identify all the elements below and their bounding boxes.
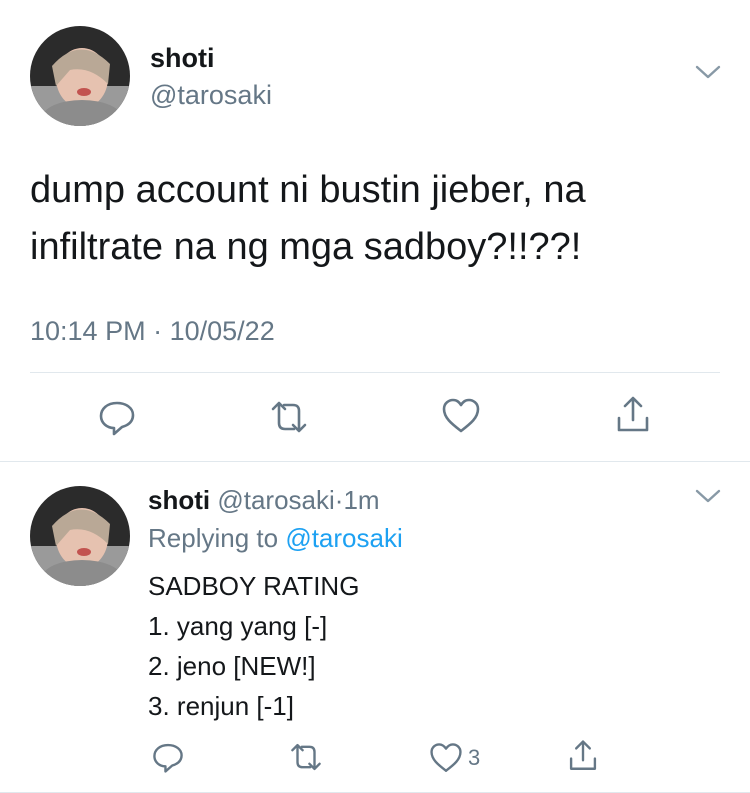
reply-text-line: 3. renjun [-1] xyxy=(148,691,294,721)
reply-author-avatar[interactable] xyxy=(30,486,130,586)
share-button[interactable] xyxy=(613,394,653,436)
replying-prefix: Replying to xyxy=(148,523,279,553)
reply-icon xyxy=(99,401,135,436)
reply-text-line: 2. jeno [NEW!] xyxy=(148,651,316,681)
retweet-icon xyxy=(291,743,321,771)
replying-handle-link[interactable]: @tarosaki xyxy=(285,523,402,553)
author-handle[interactable]: @tarosaki xyxy=(150,80,272,111)
retweet-button[interactable] xyxy=(267,397,311,437)
divider xyxy=(30,372,720,373)
reply-reply-button[interactable] xyxy=(151,740,185,774)
reply-retweet-button[interactable] xyxy=(287,740,325,774)
heart-icon xyxy=(442,398,480,433)
author-name[interactable]: shoti xyxy=(150,43,215,74)
tweet-date: 10/05/22 xyxy=(169,316,275,346)
share-icon xyxy=(569,740,597,770)
author-avatar[interactable] xyxy=(30,26,130,126)
retweet-icon xyxy=(271,401,307,433)
reply-like-button[interactable]: 3 xyxy=(428,741,480,775)
tweet-text-line: infiltrate na ng mga sadboy?!!??! xyxy=(30,226,582,268)
dot-separator: · xyxy=(153,316,163,346)
reply-text: SADBOY RATING 1. yang yang [-] 2. jeno [… xyxy=(148,566,359,726)
reply-text-line: 1. yang yang [-] xyxy=(148,611,328,641)
tweet-time: 10:14 PM xyxy=(30,316,146,346)
chevron-down-icon[interactable] xyxy=(694,62,722,82)
reply-chevron-down-icon[interactable] xyxy=(694,486,722,506)
reply-share-button[interactable] xyxy=(566,738,600,774)
tweet-timestamp[interactable]: 10:14 PM · 10/05/22 xyxy=(30,316,275,347)
share-icon xyxy=(617,396,649,432)
reply-icon xyxy=(153,743,183,773)
section-divider xyxy=(0,461,750,462)
like-count: 3 xyxy=(468,745,481,770)
tweet-text-line: dump account ni bustin jieber, na xyxy=(30,169,586,211)
reply-author-handle[interactable]: @tarosaki xyxy=(217,485,334,515)
reply-text-line: SADBOY RATING xyxy=(148,571,360,601)
reply-button[interactable] xyxy=(97,397,137,437)
like-button[interactable] xyxy=(440,396,482,436)
replying-to: Replying to @tarosaki xyxy=(148,523,403,554)
heart-icon xyxy=(430,743,462,772)
reply-age: 1m xyxy=(343,485,380,515)
tweet-text: dump account ni bustin jieber, na infilt… xyxy=(30,162,586,276)
reply-header: shoti @tarosaki·1m xyxy=(148,485,380,516)
reply-author-name[interactable]: shoti xyxy=(148,485,210,515)
